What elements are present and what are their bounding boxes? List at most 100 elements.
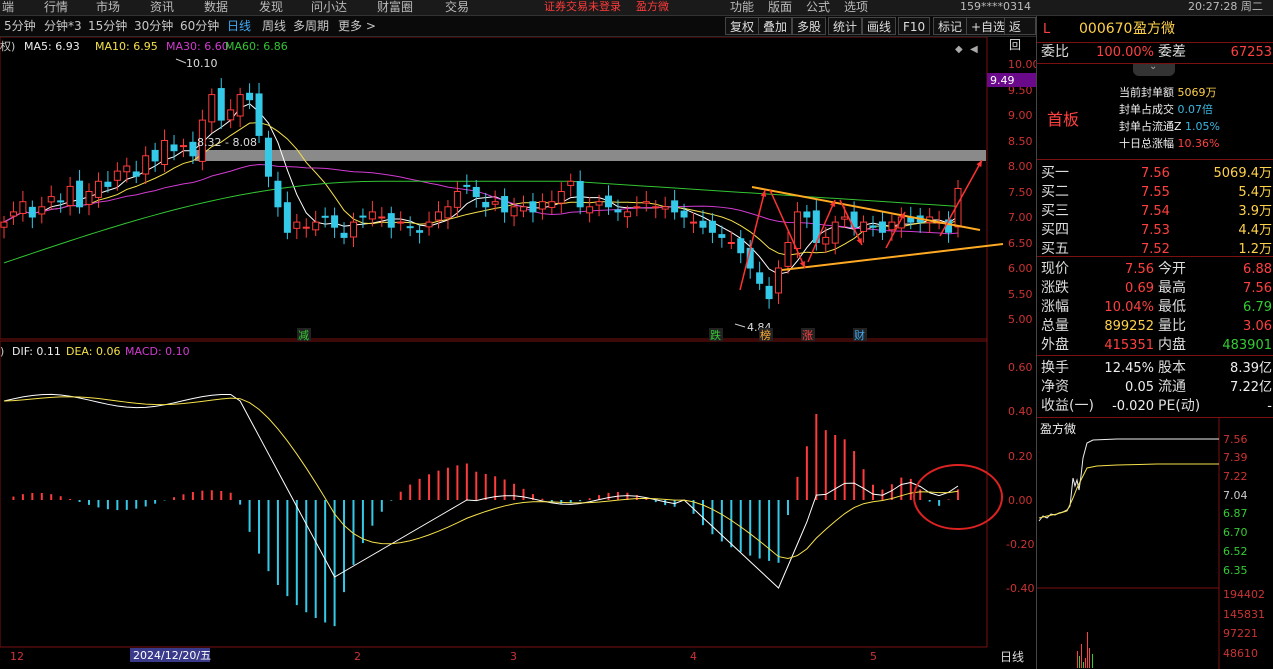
mini-vol-tick: 97221 [1223,627,1258,640]
mini-vol-tick: 48610 [1223,647,1258,660]
menu-item[interactable]: 发现 [259,0,283,14]
price-tick: 9.00 [1008,109,1033,122]
candle-body [775,267,783,294]
order-book-row[interactable]: 买三 7.54 3.9万 [1037,202,1273,221]
price-tick: 5.50 [1008,288,1033,301]
candle-body [170,144,178,152]
candle-body [520,206,528,212]
candle-body [661,206,669,210]
mini-price-tick: 7.04 [1223,489,1248,502]
collapse-toggle[interactable]: ⌄ [1133,61,1175,76]
seal-value: 10.36% [1177,137,1220,150]
stat-value: 3.06 [1243,319,1272,334]
tab-3min[interactable]: 分钟*3 [44,18,82,34]
tab-15min[interactable]: 15分钟 [88,18,127,34]
candle-body [227,109,235,121]
tab-more[interactable]: 更多 > [338,18,376,34]
kline-chart-area[interactable]: 10.00 9.50 9.00 8.50 8.00 7.50 7.00 6.50… [0,37,1036,669]
book-volume: 5069.4万 [1213,166,1273,181]
date-tick: 4 [690,650,697,663]
price-tick: 6.00 [1008,262,1033,275]
quote-stat-row: 净资 0.05 流通 7.22亿 [1037,378,1273,397]
stat-label: 股本 [1158,360,1186,376]
tab-30min[interactable]: 30分钟 [134,18,173,34]
menu-item[interactable]: 交易 [445,0,469,14]
price-tick: 7.50 [1008,186,1033,199]
candle-body [727,242,735,244]
mini-price-tick: 6.70 [1223,526,1248,539]
menu-item[interactable]: 资讯 [150,0,174,14]
menu-item[interactable]: 选项 [844,0,868,14]
menu-item[interactable]: 问小达 [311,0,347,14]
menu-item[interactable]: 版面 [768,0,792,14]
tab-60min[interactable]: 60分钟 [180,18,219,34]
menu-item[interactable]: 公式 [806,0,830,14]
mini-price-tick: 6.87 [1223,507,1248,520]
intraday-mini-chart[interactable]: 盈方微 7.56 7.39 7.22 7.04 6.87 6.70 6.52 6… [1037,417,1273,669]
current-price-tag-text: 9.49 [990,74,1015,87]
candle-body [312,221,320,231]
candle-body [19,201,27,214]
period-label: 日线 [1000,650,1024,664]
tab-5min[interactable]: 5分钟 [4,18,36,34]
tab-weekly[interactable]: 周线 [262,18,286,34]
menu-item[interactable]: 数据 [204,0,228,14]
stat-label: PE(动) [1158,398,1201,414]
back-button[interactable]: 返回 [1004,17,1036,52]
cursor-date: 2024/12/20/五 [133,649,211,662]
candle-body [57,200,65,203]
menu-item[interactable]: 市场 [96,0,120,14]
candle-body [756,272,764,284]
candle-body [387,213,395,228]
candle-body [123,165,131,173]
menu-item[interactable]: 功能 [730,0,754,14]
tab-daily[interactable]: 日线 [227,18,251,34]
stat-label: 外盘 [1041,337,1069,353]
price-tick: 5.00 [1008,313,1033,326]
candle-body [9,211,17,217]
stats-button[interactable]: 统计 [828,17,863,35]
nav-right-icon: ◀ [970,44,978,55]
stat-label: 量比 [1158,318,1186,334]
candle-body [831,221,839,244]
login-notice[interactable]: 证券交易未登录 [544,0,621,14]
candle-body [822,236,830,245]
draw-line-button[interactable]: 画线 [862,17,897,35]
candle-body [293,221,301,229]
mark-button[interactable]: 标记 [933,17,968,35]
order-book-row[interactable]: 买四 7.53 4.4万 [1037,221,1273,240]
candle-body [557,191,565,204]
event-tag: 榜 [760,328,771,342]
seal-value: 1.05% [1185,120,1220,133]
candle-body [246,92,254,101]
quote-stat-row: 外盘 415351 内盘 483901 [1037,336,1273,355]
stat-label: 净资 [1041,379,1069,395]
menu-item[interactable]: 财富圈 [377,0,413,14]
candle-body [491,201,499,205]
user-account[interactable]: 159****0314 [960,0,1031,14]
candle-body [255,93,263,136]
overlay-button[interactable]: 叠加 [758,17,793,35]
weibi-value: 100.00% [1096,45,1154,60]
candle-body [699,220,707,228]
order-book-row[interactable]: 买一 7.56 5069.4万 [1037,164,1273,183]
multi-stock-button[interactable]: 多股 [792,17,827,35]
mini-price-line [1038,438,1219,522]
legend-ma30: MA30: 6.60 [166,40,229,53]
weibi-label: 委比 [1041,44,1069,60]
candle-body [142,155,150,175]
f10-button[interactable]: F10 [898,17,931,35]
candle-body [529,201,537,213]
menu-item[interactable]: 端 [2,0,14,14]
stat-label: 流通 [1158,379,1186,395]
book-price: 7.56 [1141,166,1170,181]
candle-body [453,191,461,208]
adjust-button[interactable]: 复权 [725,17,760,35]
stat-value: 899252 [1104,319,1154,334]
stat-value: 8.39亿 [1230,361,1272,376]
tab-multi-period[interactable]: 多周期 [293,18,329,34]
nav-left-icon: ◆ [955,44,963,55]
menu-item[interactable]: 行情 [44,0,68,14]
order-book-row[interactable]: 买二 7.55 5.4万 [1037,183,1273,202]
candle-body [208,94,216,123]
